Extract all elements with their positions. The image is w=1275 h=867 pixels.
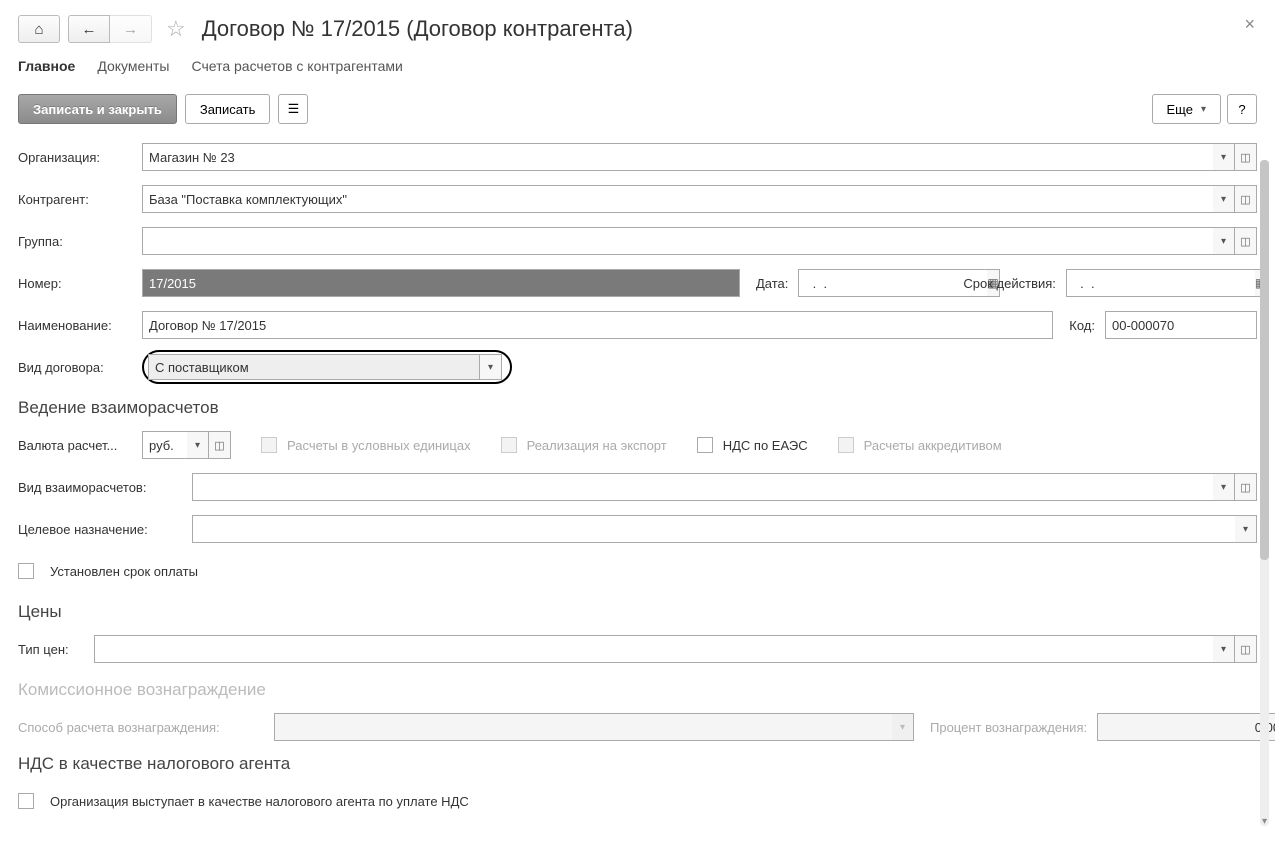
contract-type-highlight bbox=[142, 350, 512, 384]
contract-type-dropdown[interactable] bbox=[480, 354, 502, 380]
check-payment-term[interactable] bbox=[18, 563, 34, 579]
currency-open[interactable] bbox=[209, 431, 231, 459]
organization-dropdown[interactable] bbox=[1213, 143, 1235, 171]
fee-method-input bbox=[274, 713, 892, 741]
counterparty-dropdown[interactable] bbox=[1213, 185, 1235, 213]
label-group: Группа: bbox=[18, 234, 136, 249]
fee-method-dropdown bbox=[892, 713, 914, 741]
check-eaes-vat[interactable] bbox=[697, 437, 713, 453]
label-settlement-type: Вид взаиморасчетов: bbox=[18, 480, 186, 495]
section-prices: Цены bbox=[18, 602, 1257, 622]
scroll-down-icon[interactable]: ▾ bbox=[1259, 816, 1270, 828]
settlement-type-input[interactable] bbox=[192, 473, 1213, 501]
vertical-scrollbar[interactable]: ▾ bbox=[1260, 160, 1269, 826]
price-type-input[interactable] bbox=[94, 635, 1213, 663]
favorite-icon[interactable]: ☆ bbox=[166, 16, 186, 42]
save-close-button[interactable]: Записать и закрыть bbox=[18, 94, 177, 124]
label-price-type: Тип цен: bbox=[18, 642, 88, 657]
currency-dropdown[interactable] bbox=[187, 431, 209, 459]
group-input[interactable] bbox=[142, 227, 1213, 255]
tab-accounts[interactable]: Счета расчетов с контрагентами bbox=[192, 58, 403, 74]
name-input[interactable] bbox=[142, 311, 1053, 339]
label-validity: Срок действия: bbox=[963, 276, 1056, 291]
label-payment-term: Установлен срок оплаты bbox=[50, 564, 198, 579]
close-button[interactable]: × bbox=[1244, 14, 1255, 35]
date-input[interactable] bbox=[798, 269, 987, 297]
contract-type-input[interactable] bbox=[148, 354, 480, 380]
check-tax-agent[interactable] bbox=[18, 793, 34, 809]
list-button[interactable]: ☰ bbox=[278, 94, 308, 124]
label-counterparty: Контрагент: bbox=[18, 192, 136, 207]
save-button[interactable]: Записать bbox=[185, 94, 271, 124]
label-loc: Расчеты аккредитивом bbox=[864, 438, 1002, 453]
label-contract-type: Вид договора: bbox=[18, 360, 136, 375]
label-conditional-units: Расчеты в условных единицах bbox=[287, 438, 471, 453]
label-name: Наименование: bbox=[18, 318, 136, 333]
price-type-open[interactable] bbox=[1235, 635, 1257, 663]
label-tax-agent: Организация выступает в качестве налогов… bbox=[50, 794, 469, 809]
settlement-type-dropdown[interactable] bbox=[1213, 473, 1235, 501]
more-button[interactable]: Еще bbox=[1152, 94, 1221, 124]
target-purpose-dropdown[interactable] bbox=[1235, 515, 1257, 543]
section-vat-agent: НДС в качестве налогового агента bbox=[18, 754, 1257, 774]
back-button[interactable]: ← bbox=[68, 15, 110, 43]
target-purpose-input[interactable] bbox=[192, 515, 1235, 543]
label-eaes-vat: НДС по ЕАЭС bbox=[723, 438, 808, 453]
check-loc bbox=[838, 437, 854, 453]
number-input[interactable] bbox=[142, 269, 740, 297]
label-date: Дата: bbox=[756, 276, 788, 291]
label-target-purpose: Целевое назначение: bbox=[18, 522, 186, 537]
fee-percent-input bbox=[1097, 713, 1275, 741]
price-type-dropdown[interactable] bbox=[1213, 635, 1235, 663]
tab-documents[interactable]: Документы bbox=[97, 58, 169, 74]
counterparty-input[interactable] bbox=[142, 185, 1213, 213]
validity-input[interactable] bbox=[1066, 269, 1255, 297]
forward-button: → bbox=[110, 15, 152, 43]
settlement-type-open[interactable] bbox=[1235, 473, 1257, 501]
section-settlements: Ведение взаиморасчетов bbox=[18, 398, 1257, 418]
label-export: Реализация на экспорт bbox=[527, 438, 667, 453]
label-organization: Организация: bbox=[18, 150, 136, 165]
check-export bbox=[501, 437, 517, 453]
counterparty-open[interactable] bbox=[1235, 185, 1257, 213]
organization-input[interactable] bbox=[142, 143, 1213, 171]
label-currency: Валюта расчет... bbox=[18, 438, 136, 453]
label-code: Код: bbox=[1069, 318, 1095, 333]
tab-main[interactable]: Главное bbox=[18, 58, 75, 74]
group-open[interactable] bbox=[1235, 227, 1257, 255]
label-fee-percent: Процент вознаграждения: bbox=[930, 720, 1087, 735]
group-dropdown[interactable] bbox=[1213, 227, 1235, 255]
section-commission: Комиссионное вознаграждение bbox=[18, 680, 1257, 700]
page-title: Договор № 17/2015 (Договор контрагента) bbox=[202, 16, 633, 42]
label-fee-method: Способ расчета вознаграждения: bbox=[18, 720, 268, 735]
currency-input[interactable] bbox=[142, 431, 187, 459]
help-button[interactable]: ? bbox=[1227, 94, 1257, 124]
home-button[interactable]: ⌂ bbox=[18, 15, 60, 43]
code-input[interactable] bbox=[1105, 311, 1257, 339]
check-conditional-units bbox=[261, 437, 277, 453]
scrollbar-thumb[interactable] bbox=[1260, 160, 1269, 560]
label-number: Номер: bbox=[18, 276, 136, 291]
organization-open[interactable] bbox=[1235, 143, 1257, 171]
